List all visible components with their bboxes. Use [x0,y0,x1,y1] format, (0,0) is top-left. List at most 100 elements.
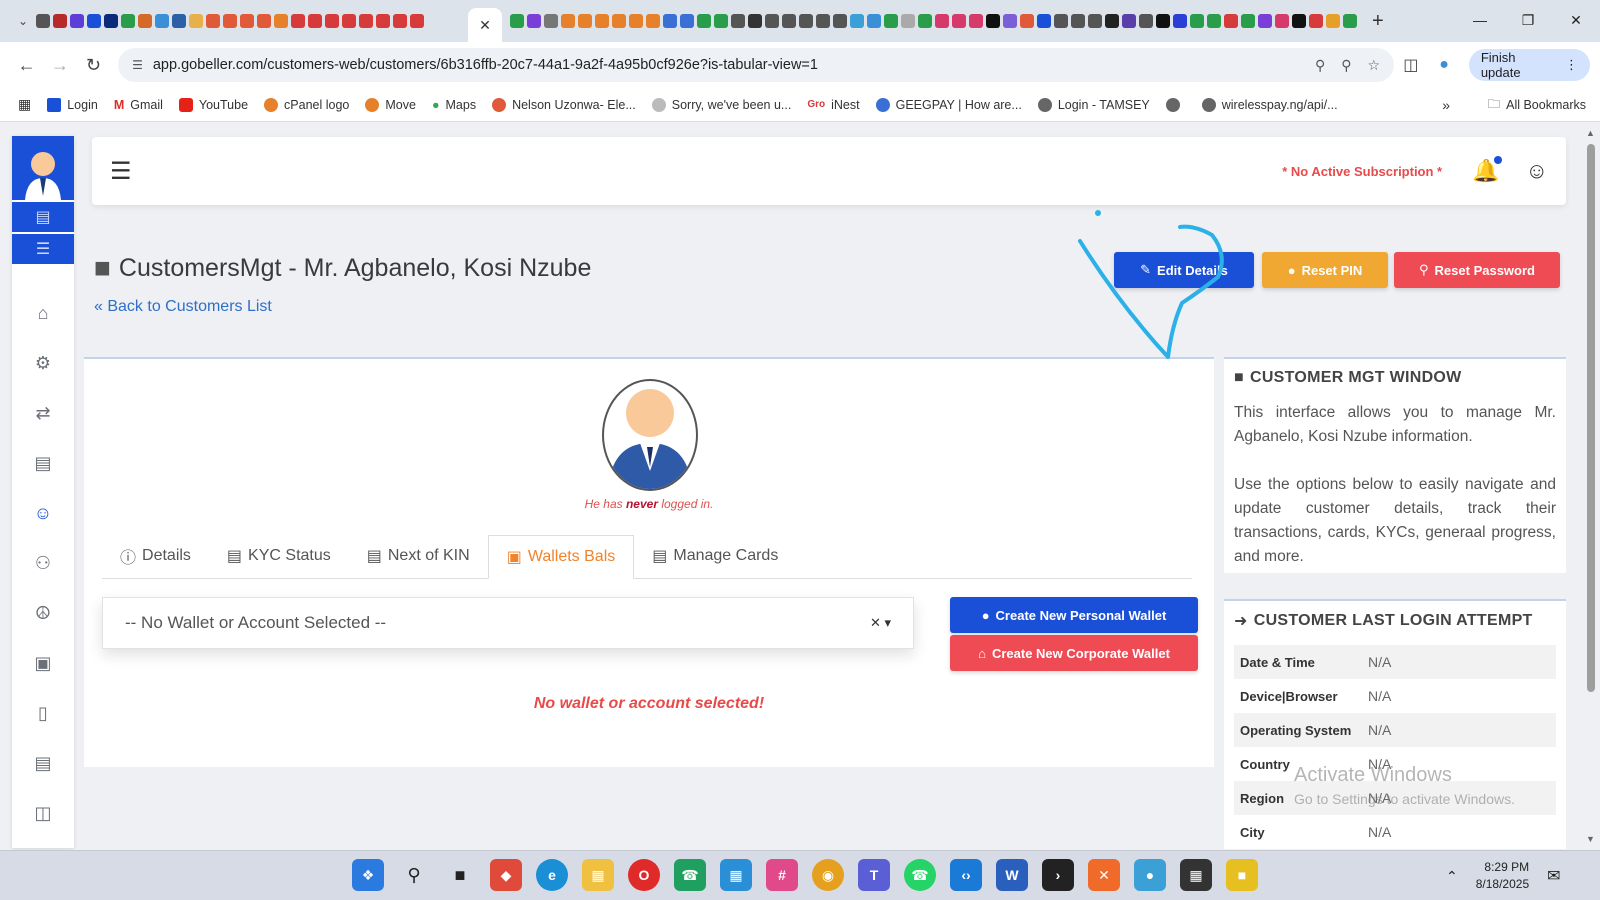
tab-favicon-icon[interactable] [410,14,424,28]
tab-favicon-icon[interactable] [1003,14,1017,28]
tab-favicon-icon[interactable] [138,14,152,28]
tab-favicon-icon[interactable] [646,14,660,28]
tab-favicon-icon[interactable] [1037,14,1051,28]
app-icon[interactable]: ● [1134,859,1166,891]
tab-favicon-icon[interactable] [1071,14,1085,28]
bookmark-login[interactable]: Login [47,97,98,112]
tab-favicon-icon[interactable] [612,14,626,28]
profile-avatar-icon[interactable]: ● [1427,56,1460,74]
tab-search-chevron-icon[interactable]: ⌄ [10,8,36,34]
bookmark-nelson[interactable]: Nelson Uzonwa- Ele... [492,97,636,112]
tab-favicon-icon[interactable] [697,14,711,28]
tab-favicon-icon[interactable] [1326,14,1340,28]
tab-favicon-icon[interactable] [527,14,541,28]
tab-favicon-icon[interactable] [189,14,203,28]
scrollbar-thumb[interactable] [1587,144,1595,692]
reset-password-button[interactable]: ⚲ Reset Password [1394,252,1560,288]
tab-favicon-icon[interactable] [1139,14,1153,28]
whatsapp-icon[interactable]: ☎ [904,859,936,891]
tab-favicon-icon[interactable] [561,14,575,28]
reset-pin-button[interactable]: ● Reset PIN [1262,252,1388,288]
tab-favicon-icon[interactable] [1020,14,1034,28]
tab-favicon-icon[interactable] [731,14,745,28]
bookmark-sorry[interactable]: Sorry, we've been u... [651,97,791,112]
search-icon[interactable]: ⚲ [398,859,430,891]
tab-favicon-icon[interactable] [1275,14,1289,28]
tab-favicon-icon[interactable] [1224,14,1238,28]
tab-favicon-icon[interactable] [816,14,830,28]
tab-favicon-icon[interactable] [1105,14,1119,28]
bookmark-maps[interactable]: ● Maps [432,98,476,112]
tab-favicon-icon[interactable] [206,14,220,28]
bookmark-move[interactable]: Move [365,97,416,112]
tab-favicon-icon[interactable] [663,14,677,28]
bookmark-gmail[interactable]: M Gmail [114,98,163,112]
tab-favicon-icon[interactable] [1173,14,1187,28]
file-explorer-icon[interactable]: ▦ [582,859,614,891]
tab-manage-cards[interactable]: ▤ Manage Cards [634,534,796,578]
tab-favicon-icon[interactable] [1207,14,1221,28]
sticky-notes-icon[interactable]: ■ [1226,859,1258,891]
settings-gear-icon[interactable]: ⚙ [12,338,74,388]
package-cube-icon[interactable]: ▣ [12,638,74,688]
tab-favicon-icon[interactable] [867,14,881,28]
apps-grid-icon[interactable]: ▦ [18,96,31,113]
edge-icon[interactable]: e [536,859,568,891]
tab-favicon-icon[interactable] [53,14,67,28]
key-icon[interactable]: ⚲ [1315,57,1325,74]
new-tab-plus-icon[interactable]: + [1372,10,1396,33]
minimize-icon[interactable]: — [1456,0,1504,40]
tab-favicon-icon[interactable] [510,14,524,28]
tab-favicon-icon[interactable] [393,14,407,28]
tab-favicon-icon[interactable] [952,14,966,28]
tab-favicon-icon[interactable] [240,14,254,28]
bookmark-unnamed[interactable] [1165,97,1186,112]
anydesk-icon[interactable]: ◆ [490,859,522,891]
customers-group-icon[interactable]: ☺ [12,488,74,538]
restore-icon[interactable]: ❐ [1504,0,1552,40]
page-scrollbar[interactable]: ▲ ▼ [1584,128,1598,848]
tab-favicon-icon[interactable] [70,14,84,28]
wallet-select[interactable]: -- No Wallet or Account Selected -- ✕ ▾ [102,597,914,649]
tab-favicon-icon[interactable] [799,14,813,28]
tab-favicon-icon[interactable] [901,14,915,28]
kebab-menu-icon[interactable]: ⋮ [1565,57,1578,73]
tab-favicon-icon[interactable] [87,14,101,28]
scroll-down-arrow-icon[interactable]: ▼ [1586,834,1595,844]
tab-favicon-icon[interactable] [1054,14,1068,28]
word-icon[interactable]: W [996,859,1028,891]
tab-favicon-icon[interactable] [833,14,847,28]
tab-favicon-icon[interactable] [1122,14,1136,28]
extensions-puzzle-icon[interactable]: ◫ [1394,55,1427,75]
reload-icon[interactable]: ↻ [77,48,110,82]
tab-favicon-icon[interactable] [257,14,271,28]
bookmark-geegpay[interactable]: GEEGPAY | How are... [875,97,1022,112]
bookmark-inest[interactable]: Gro iNest [807,98,859,112]
all-bookmarks[interactable]: 🗀 All Bookmarks [1488,88,1586,122]
card-menu-icon[interactable]: ▤ [12,202,74,232]
bookmark-tamsey[interactable]: Login - TAMSEY [1037,97,1150,112]
tab-favicon-icon[interactable] [342,14,356,28]
wifi-list-icon[interactable]: ☰ [12,234,74,264]
app-icon[interactable]: ▦ [1180,859,1212,891]
tab-favicon-icon[interactable] [714,14,728,28]
tab-favicon-icon[interactable] [544,14,558,28]
tab-favicon-icon[interactable] [629,14,643,28]
tab-favicon-icon[interactable] [1156,14,1170,28]
tab-favicon-icon[interactable] [1309,14,1323,28]
tab-favicon-icon[interactable] [1241,14,1255,28]
forward-arrow-icon[interactable]: → [43,48,76,82]
bookmark-cpanel[interactable]: cPanel logo [264,97,349,112]
home-icon[interactable]: ⌂ [12,288,74,338]
active-tab-close-icon[interactable]: ✕ [468,8,502,42]
tab-favicon-icon[interactable] [291,14,305,28]
select-clear-chevron-icon[interactable]: ✕ ▾ [870,615,891,631]
back-to-customers-link[interactable]: « Back to Customers List [94,298,272,316]
more-bookmarks-icon[interactable]: » [1442,88,1450,122]
phone-icon[interactable]: ▯ [12,688,74,738]
tab-favicon-icon[interactable] [1190,14,1204,28]
tab-favicon-icon[interactable] [359,14,373,28]
tab-favicon-icon[interactable] [121,14,135,28]
support-icon[interactable]: ☮ [12,588,74,638]
bookmark-youtube[interactable]: YouTube [178,97,248,112]
